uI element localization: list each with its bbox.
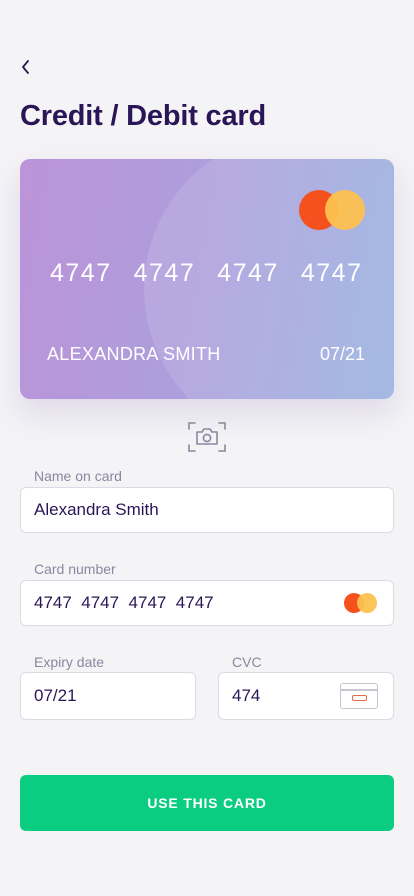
mastercard-icon	[344, 593, 377, 613]
card-number-label: Card number	[34, 561, 116, 577]
name-field[interactable]: Alexandra Smith	[20, 487, 394, 533]
card-number-group: 4747	[217, 259, 279, 287]
card-number-value: 4747 4747 4747 4747	[34, 593, 214, 612]
expiry-label: Expiry date	[34, 654, 105, 670]
use-this-card-button[interactable]: USE THIS CARD	[20, 775, 394, 831]
card-number-group: 4747	[300, 259, 363, 287]
card-number-field[interactable]: 4747 4747 4747 4747	[20, 580, 394, 626]
chevron-left-icon	[22, 60, 29, 74]
scan-card-button[interactable]	[188, 421, 226, 453]
name-label: Name on card	[34, 468, 122, 484]
cvc-label: CVC	[232, 654, 262, 670]
expiry-value: 07/21	[34, 686, 77, 705]
card-expiry-display: 07/21	[319, 344, 365, 364]
back-button[interactable]	[14, 56, 36, 78]
expiry-field[interactable]: 07/21	[20, 672, 196, 720]
camera-scan-icon	[188, 422, 226, 452]
card-number-group: 4747	[50, 259, 112, 287]
name-value: Alexandra Smith	[34, 500, 159, 519]
cvc-value: 474	[232, 686, 261, 705]
card-number-group: 4747	[133, 259, 196, 287]
page-title: Credit / Debit card	[20, 100, 266, 132]
card-number-display: 4747 4747 4747 4747	[50, 259, 363, 288]
cvc-field[interactable]: 474	[218, 672, 394, 720]
card-preview: 4747 4747 4747 4747 ALEXANDRA SMITH 07/2…	[20, 159, 394, 399]
card-holder-name: ALEXANDRA SMITH	[47, 344, 221, 364]
card-cvc-icon	[340, 683, 378, 709]
mastercard-logo	[299, 190, 365, 230]
